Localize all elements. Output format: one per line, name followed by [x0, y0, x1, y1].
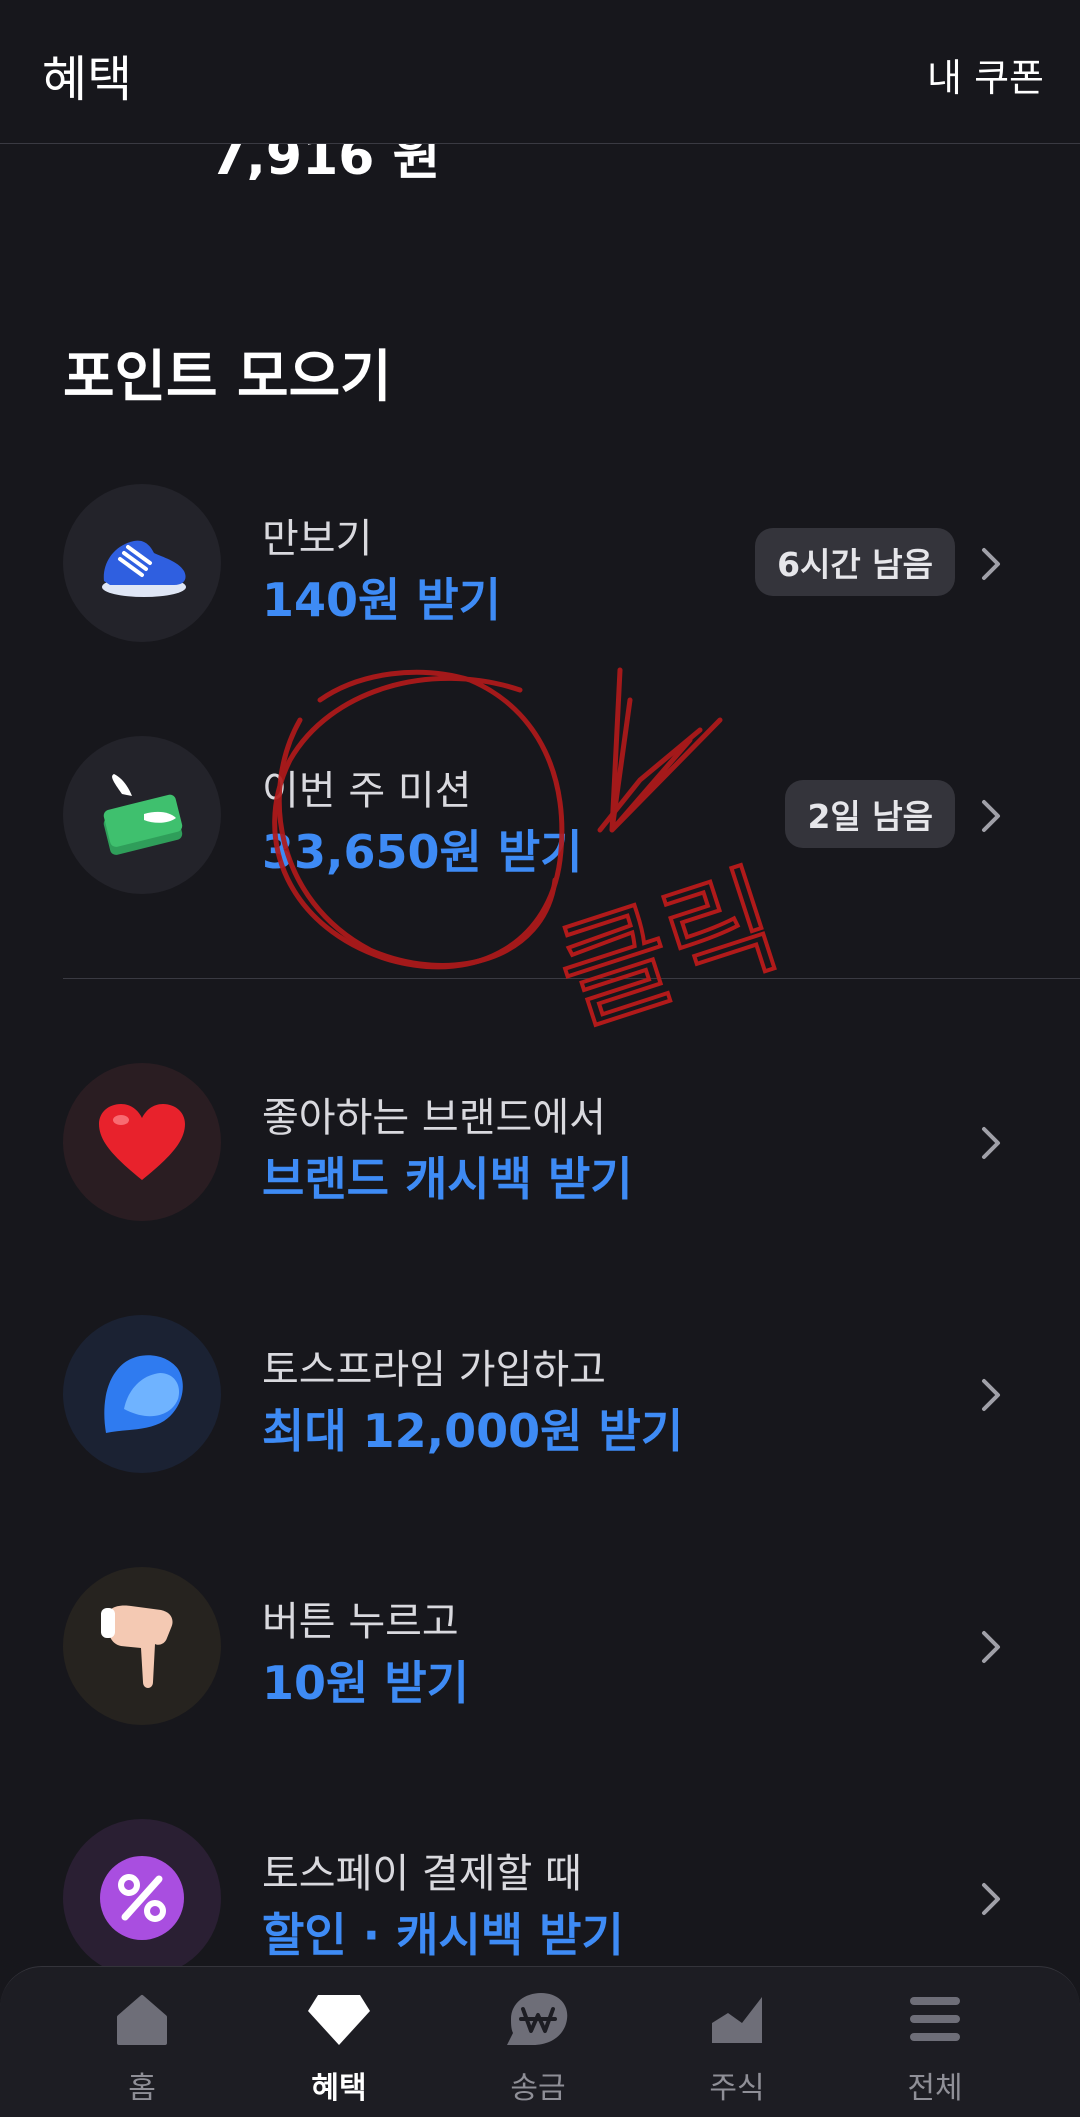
item-subtitle: 만보기 — [262, 516, 373, 562]
tab-stocks[interactable]: 주식 — [657, 1967, 817, 2117]
item-subtitle: 버튼 누르고 — [262, 1599, 459, 1645]
list-item-toss-prime[interactable]: 토스프라임 가입하고 최대 12,000원 받기 — [0, 1315, 1080, 1485]
tab-transfer[interactable]: 송금 — [458, 1967, 618, 2117]
chevron-right-icon — [982, 1379, 1000, 1411]
time-left-badge: 6시간 남음 — [755, 528, 955, 596]
sneaker-icon — [63, 484, 221, 642]
chevron-right-icon — [982, 800, 1000, 832]
pointing-hand-icon — [63, 1567, 221, 1725]
item-subtitle: 토스프라임 가입하고 — [262, 1347, 606, 1393]
time-left-badge: 2일 남음 — [785, 780, 955, 848]
item-reward: 최대 12,000원 받기 — [262, 1404, 684, 1458]
tab-label: 혜택 — [311, 2071, 367, 2106]
tab-label: 홈 — [128, 2071, 156, 2106]
section-divider — [63, 978, 1080, 979]
section-title: 포인트 모으기 — [63, 345, 392, 410]
handwritten-annotation: 클릭 — [272, 667, 797, 1052]
list-item-weekly-mission[interactable]: 이번 주 미션 33,650원 받기 2일 남음 — [0, 736, 1080, 906]
list-item-brand-cashback[interactable]: 좋아하는 브랜드에서 브랜드 캐시백 받기 — [0, 1063, 1080, 1233]
chart-icon — [712, 1997, 762, 2043]
tab-label: 주식 — [709, 2071, 765, 2106]
chevron-right-icon — [982, 1127, 1000, 1159]
menu-icon — [910, 1997, 960, 2041]
tab-benefits[interactable]: 혜택 — [259, 1967, 419, 2117]
tab-label: 송금 — [510, 2071, 566, 2106]
tab-home[interactable]: 홈 — [62, 1967, 222, 2117]
item-reward: 10원 받기 — [262, 1656, 469, 1710]
list-item-press-button[interactable]: 버튼 누르고 10원 받기 — [0, 1567, 1080, 1737]
winged-money-icon — [63, 736, 221, 894]
my-coupon-link[interactable]: 내 쿠폰 — [927, 47, 1044, 102]
item-reward: 할인 · 캐시백 받기 — [262, 1908, 624, 1962]
chevron-right-icon — [982, 548, 1000, 580]
list-item-toss-pay[interactable]: 토스페이 결제할 때 할인 · 캐시백 받기 — [0, 1819, 1080, 1989]
page-title: 혜택 — [42, 51, 133, 108]
item-subtitle: 토스페이 결제할 때 — [262, 1851, 582, 1897]
chevron-right-icon — [982, 1883, 1000, 1915]
item-reward: 브랜드 캐시백 받기 — [262, 1152, 633, 1206]
home-icon — [117, 1995, 167, 2045]
chevron-right-icon — [982, 1631, 1000, 1663]
toss-prime-icon — [63, 1315, 221, 1473]
tab-all[interactable]: 전체 — [855, 1967, 1015, 2117]
item-subtitle: 이번 주 미션 — [262, 768, 472, 814]
item-subtitle: 좋아하는 브랜드에서 — [262, 1095, 606, 1141]
heart-icon — [63, 1063, 221, 1221]
gem-icon — [308, 1995, 370, 2045]
item-reward: 140원 받기 — [262, 573, 501, 627]
percent-icon — [63, 1819, 221, 1977]
tab-label: 전체 — [907, 2071, 963, 2106]
won-icon — [507, 1993, 568, 2045]
bottom-tab-bar: 홈 혜택 송금 주식 전체 — [0, 1966, 1080, 2117]
list-item-pedometer[interactable]: 만보기 140원 받기 6시간 남음 — [0, 484, 1080, 654]
top-header: 혜택 내 쿠폰 — [0, 0, 1080, 144]
item-reward: 33,650원 받기 — [262, 825, 583, 879]
